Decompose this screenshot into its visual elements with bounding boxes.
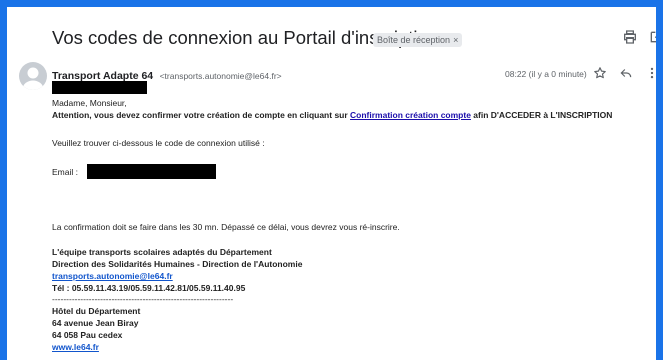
address-line-3: 64 058 Pau cedex bbox=[52, 330, 123, 340]
confirmation-link[interactable]: Confirmation création compte bbox=[350, 110, 471, 120]
more-vertical-icon[interactable] bbox=[645, 66, 656, 80]
avatar bbox=[19, 62, 47, 90]
inbox-label-chip[interactable]: Boîte de réception × bbox=[373, 33, 463, 47]
greeting: Madame, Monsieur, bbox=[52, 98, 127, 108]
direction-line: Direction des Solidarités Humaines - Dir… bbox=[52, 259, 303, 269]
redacted-recipient bbox=[52, 81, 147, 94]
website-line: www.le64.fr bbox=[52, 342, 99, 353]
team-line: L'équipe transports scolaires adaptés du… bbox=[52, 247, 272, 257]
attention-suffix: afin D'ACCEDER à L'INSCRIPTION bbox=[470, 110, 613, 120]
confirmation-note: La confirmation doit se faire dans les 3… bbox=[52, 222, 400, 232]
email-view: Vos codes de connexion au Portail d'insc… bbox=[7, 7, 656, 360]
redacted-email bbox=[87, 164, 216, 179]
subject-row: Vos codes de connexion au Portail d'insc… bbox=[7, 25, 656, 53]
attention-prefix: Attention, vous devez confirmer votre cr… bbox=[52, 110, 351, 120]
open-in-new-window-icon[interactable] bbox=[648, 29, 656, 45]
reply-icon[interactable] bbox=[619, 66, 633, 80]
sender-email: <transports.autonomie@le64.fr> bbox=[159, 71, 282, 81]
remove-label-icon[interactable]: × bbox=[453, 35, 458, 45]
website-link[interactable]: www.le64.fr bbox=[52, 342, 99, 352]
attention-line: Attention, vous devez confirmer votre cr… bbox=[52, 110, 612, 121]
phone-line: Tél : 05.59.11.43.19/05.59.11.42.81/05.5… bbox=[52, 283, 246, 293]
contact-email-link[interactable]: transports.autonomie@le64.fr bbox=[52, 271, 173, 281]
email-label: Email : bbox=[52, 167, 78, 177]
code-intro: Veuillez trouver ci-dessous le code de c… bbox=[52, 138, 265, 148]
address-line-1: Hôtel du Département bbox=[52, 306, 141, 316]
sender-row: Transport Adapte 64 <transports.autonomi… bbox=[52, 66, 282, 82]
inbox-label-text: Boîte de réception bbox=[377, 35, 451, 45]
default-avatar-icon bbox=[23, 67, 43, 90]
address-line-2: 64 avenue Jean Biray bbox=[52, 318, 139, 328]
print-icon[interactable] bbox=[622, 29, 638, 45]
star-icon[interactable] bbox=[593, 66, 607, 80]
email-timestamp: 08:22 (il y a 0 minute) bbox=[505, 69, 587, 79]
contact-email-line: transports.autonomie@le64.fr bbox=[52, 271, 173, 282]
separator-line: ----------------------------------------… bbox=[52, 294, 234, 304]
